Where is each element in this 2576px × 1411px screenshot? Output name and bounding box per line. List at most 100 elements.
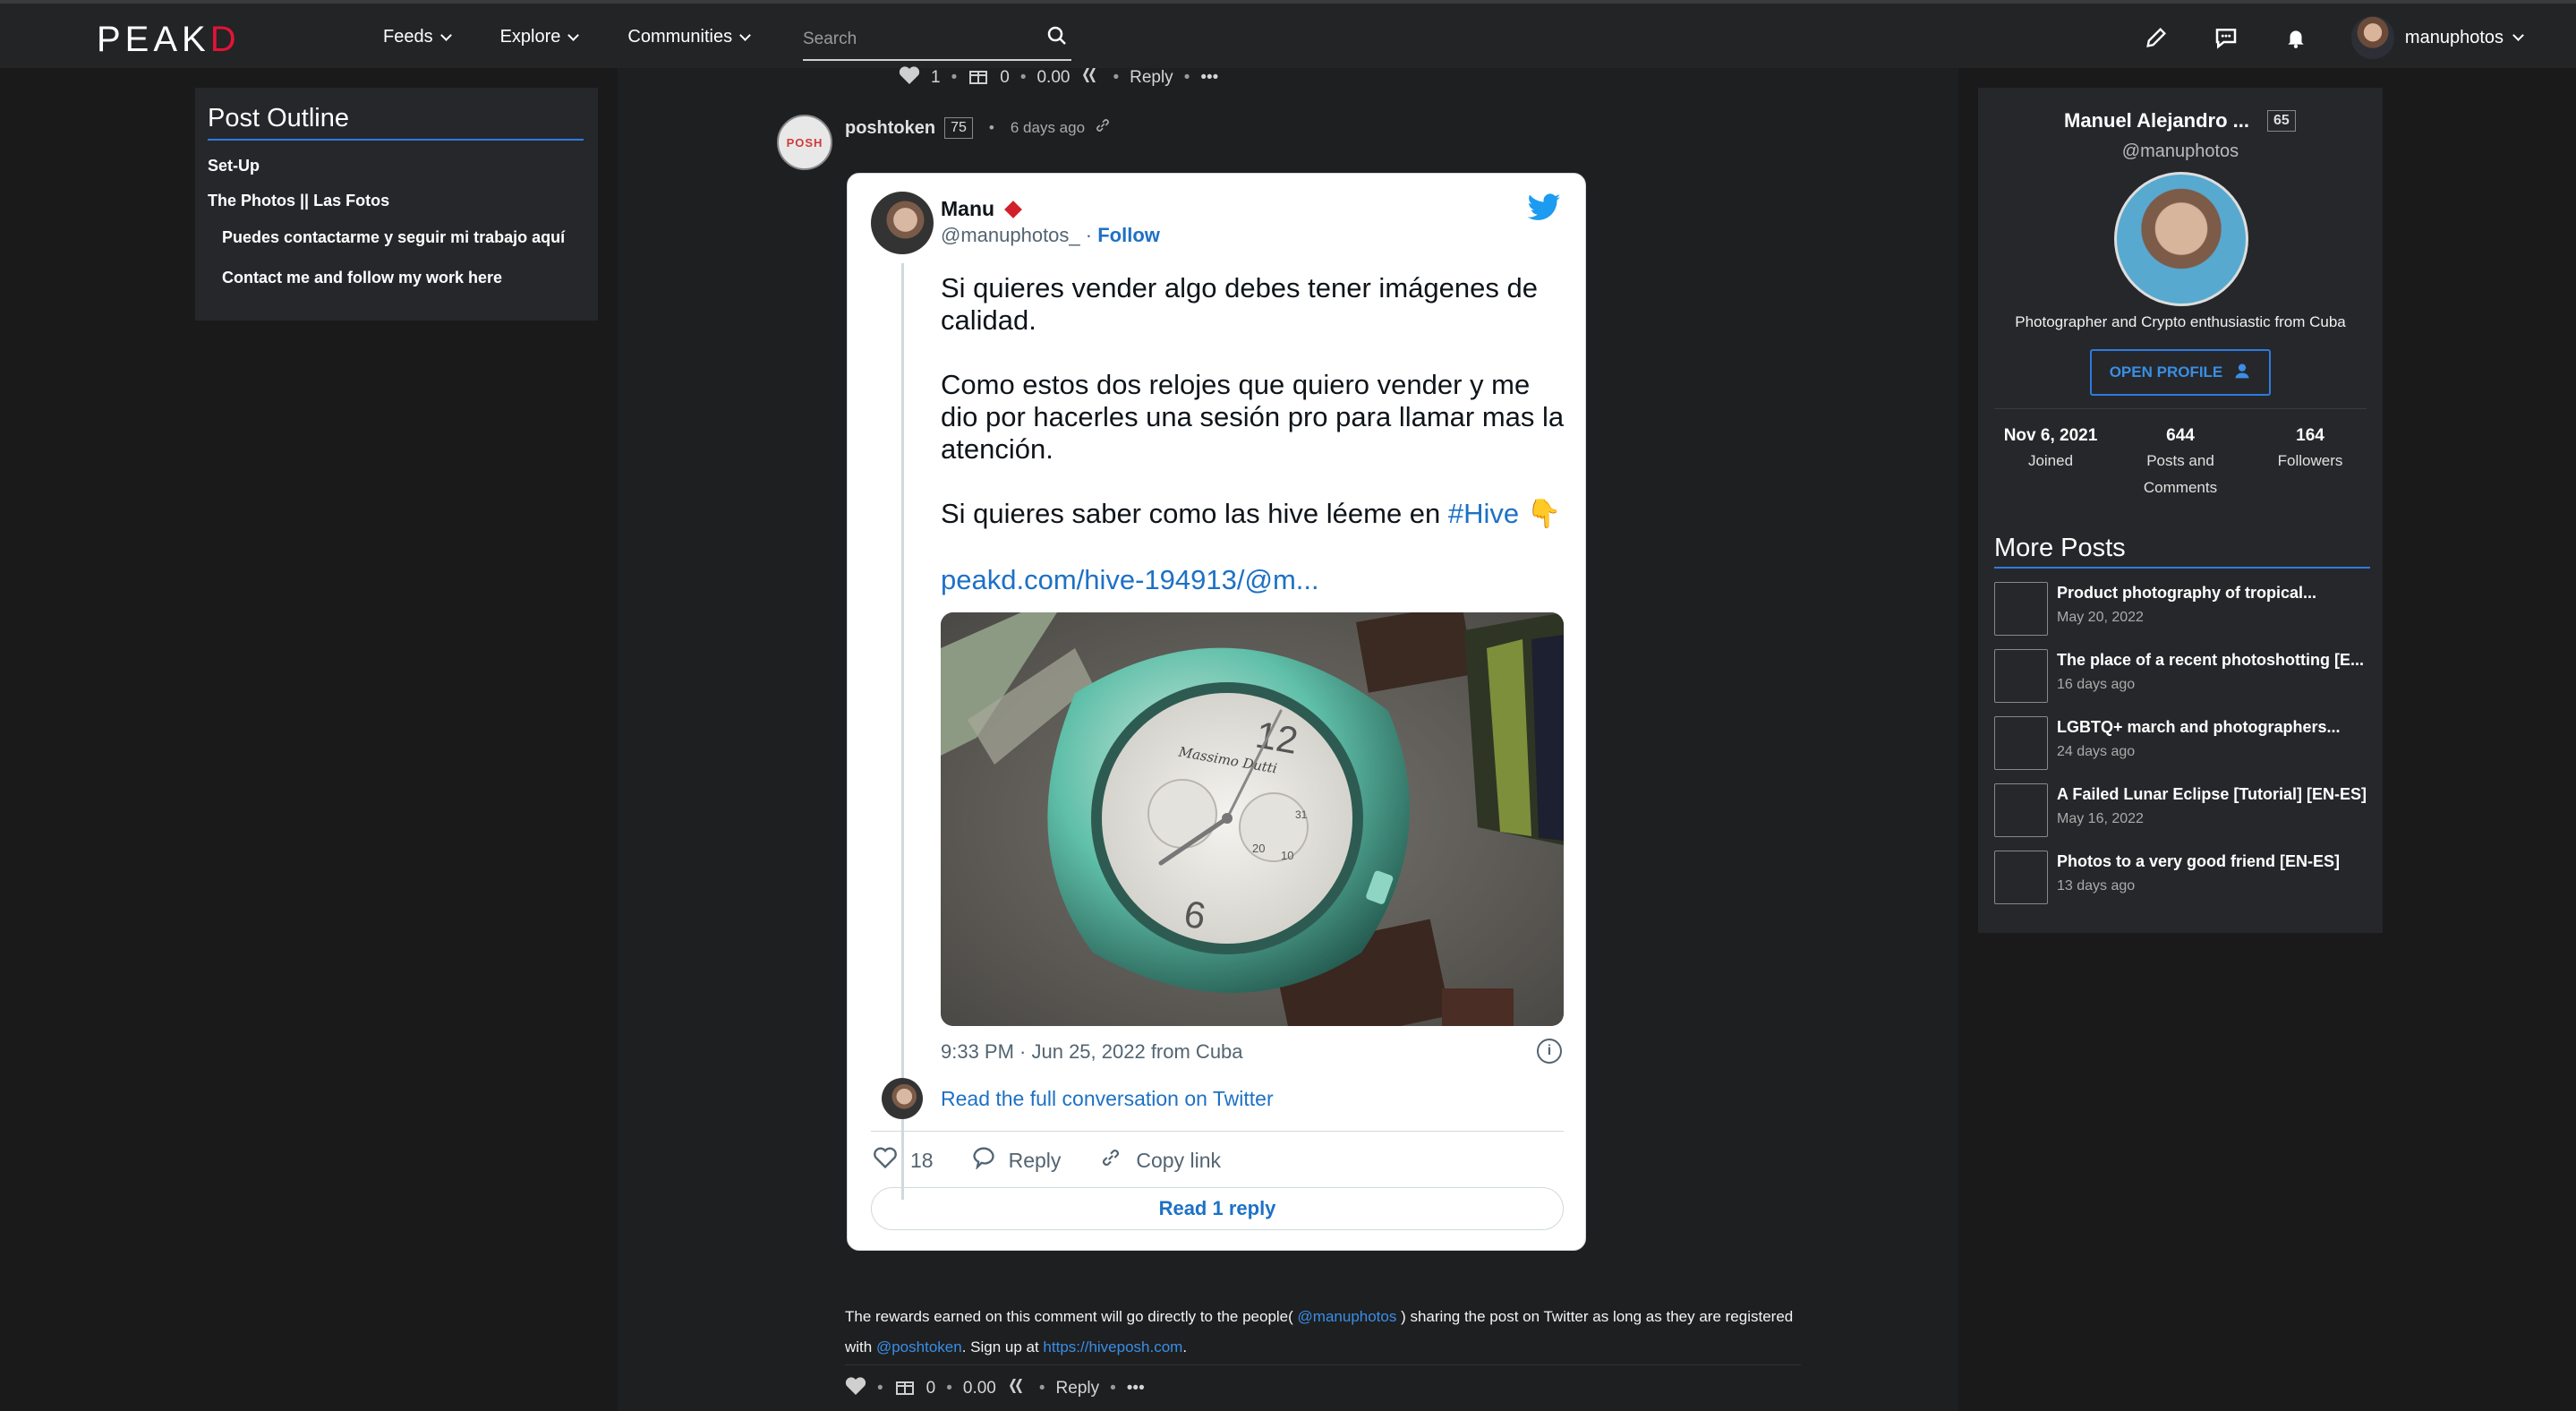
hive-icon [1080, 65, 1102, 90]
more-post-title: Photos to a very good friend [EN-ES] [2057, 852, 2341, 870]
search-input[interactable] [803, 30, 1036, 49]
nav-feeds[interactable]: Feeds [383, 27, 452, 47]
rewards-notice: The rewards earned on this comment will … [845, 1302, 1803, 1363]
more-options[interactable]: ••• [1200, 68, 1218, 88]
link-icon[interactable] [1094, 116, 1112, 140]
separator-dot: • [1113, 68, 1120, 87]
rewards-text: . Sign up at [961, 1338, 1044, 1355]
more-post-item[interactable]: A Failed Lunar Eclipse [Tutorial] [EN-ES… [1994, 783, 2370, 851]
stat-posts[interactable]: 644 Posts and Comments [2122, 426, 2239, 501]
more-post-item[interactable]: The place of a recent photoshotting [E..… [1994, 649, 2370, 716]
logo-text-mid: AK [153, 20, 210, 59]
like-count: 18 [910, 1148, 934, 1172]
pencil-icon[interactable] [2142, 23, 2171, 52]
bell-icon[interactable] [2282, 23, 2310, 52]
info-icon[interactable]: i [1537, 1039, 1562, 1064]
search-icon[interactable] [1046, 25, 1068, 51]
nav-menu: Feeds Explore Communities [383, 27, 751, 47]
chat-icon[interactable] [2212, 23, 2240, 52]
logo-text-right: D [209, 20, 241, 59]
tweet-handle[interactable]: @manuphotos_ [941, 224, 1080, 246]
reputation-badge: 65 [2267, 110, 2296, 132]
nav-right-icons: manuphotos [2142, 16, 2524, 59]
poshtoken-link[interactable]: @poshtoken [876, 1338, 962, 1355]
peakd-logo[interactable]: PEAKD [97, 20, 241, 60]
link-icon [1098, 1146, 1123, 1175]
reply-link[interactable]: Reply [1056, 1379, 1100, 1398]
stat-value: Nov 6, 2021 [2003, 426, 2098, 445]
read-conversation-link[interactable]: Read the full conversation on Twitter [941, 1087, 1274, 1111]
tweet-link[interactable]: peakd.com/hive-194913/@m... [941, 564, 1319, 596]
rewards-text: The rewards earned on this comment will … [845, 1308, 1298, 1325]
stat-followers[interactable]: 164 Followers [2252, 426, 2368, 501]
twitter-bird-icon[interactable] [1526, 193, 1562, 228]
more-options[interactable]: ••• [1127, 1379, 1145, 1398]
separator-dot: • [1019, 68, 1027, 87]
tweet-author-name[interactable]: Manu [941, 197, 1022, 221]
comment-actions: • 0 • 0.00 • Reply • ••• [845, 1375, 1145, 1402]
reply-button[interactable]: Reply [971, 1146, 1061, 1175]
divider [1994, 408, 2367, 409]
profile-avatar[interactable] [2114, 172, 2248, 306]
open-profile-button[interactable]: OPEN PROFILE [2090, 349, 2271, 396]
more-post-date: 24 days ago [2057, 744, 2136, 759]
hive-icon [1007, 1376, 1028, 1401]
more-posts-list: Product photography of tropical... May 20… [1994, 582, 2370, 918]
nav-communities-label: Communities [627, 27, 733, 47]
separator-dot: • [1110, 1379, 1116, 1398]
poshtoken-avatar[interactable]: POSH [777, 115, 832, 170]
gift-icon[interactable] [968, 64, 989, 91]
tweet-actions: 18 Reply Copy link [873, 1146, 1221, 1175]
conversation-avatar [882, 1078, 923, 1119]
user-avatar [2350, 16, 2394, 59]
gift-icon[interactable] [894, 1375, 916, 1402]
stat-value: 164 [2296, 426, 2324, 445]
post-thumbnail [1994, 851, 2048, 904]
separator-dot: • [1038, 1379, 1045, 1398]
heart-icon[interactable] [899, 65, 920, 90]
profile-stats: Nov 6, 2021 Joined 644 Posts and Comment… [1992, 426, 2368, 501]
chevron-down-icon [439, 29, 452, 41]
read-reply-button[interactable]: Read 1 reply [871, 1187, 1564, 1230]
hashtag-link[interactable]: #Hive [1448, 498, 1519, 529]
outline-subitem[interactable]: Contact me and follow my work here [208, 269, 585, 287]
comment-time[interactable]: 6 days ago [1011, 119, 1085, 137]
payout-value[interactable]: 0.00 [963, 1379, 996, 1398]
user-menu[interactable]: manuphotos [2350, 16, 2524, 59]
open-profile-label: OPEN PROFILE [2109, 363, 2223, 381]
diamond-icon [1004, 200, 1022, 218]
reply-link[interactable]: Reply [1130, 68, 1173, 88]
nav-feeds-label: Feeds [383, 27, 433, 47]
tweet-handle-line: @manuphotos_ · Follow [941, 224, 1160, 246]
nav-explore[interactable]: Explore [500, 27, 580, 47]
rewards-text: . [1182, 1338, 1188, 1355]
follow-link[interactable]: Follow [1097, 224, 1160, 246]
like-button[interactable]: 18 [873, 1146, 934, 1175]
tweet-photo-watch[interactable]: Massimo Dutti 12 6 20 10 31 [941, 612, 1564, 1026]
more-post-item[interactable]: Photos to a very good friend [EN-ES] 13 d… [1994, 851, 2370, 918]
payout-value[interactable]: 0.00 [1036, 68, 1070, 88]
outline-item[interactable]: The Photos || Las Fotos [208, 192, 585, 210]
previous-comment-actions: 1 • 0 • 0.00 • Reply • ••• [899, 64, 1218, 91]
tweet-timestamp[interactable]: 9:33 PM · Jun 25, 2022 from Cuba [941, 1040, 1243, 1064]
stat-label: Posts and Comments [2143, 452, 2218, 496]
heart-icon[interactable] [845, 1376, 866, 1401]
nav-communities[interactable]: Communities [627, 27, 751, 47]
more-post-item[interactable]: Product photography of tropical... May 20… [1994, 582, 2370, 649]
author-profile-card: Manuel Alejandro ... 65 @manuphotos Phot… [1978, 88, 2383, 933]
comment-author[interactable]: poshtoken [845, 118, 935, 139]
outline-subitem[interactable]: Puedes contactarme y seguir mi trabajo a… [208, 228, 585, 247]
profile-handle[interactable]: @manuphotos [1978, 141, 2383, 162]
divider [845, 1364, 1801, 1365]
avatar-text: POSH [786, 135, 823, 150]
outline-item[interactable]: Set-Up [208, 157, 585, 175]
post-thumbnail [1994, 582, 2048, 636]
stat-joined: Nov 6, 2021 Joined [1992, 426, 2109, 501]
post-outline-title: Post Outline [208, 104, 584, 141]
manuphotos-link[interactable]: @manuphotos [1298, 1308, 1397, 1325]
tweet-author-avatar[interactable] [871, 192, 934, 254]
hiveposh-link[interactable]: https://hiveposh.com [1043, 1338, 1182, 1355]
copy-link-button[interactable]: Copy link [1098, 1146, 1221, 1175]
profile-name[interactable]: Manuel Alejandro ... [2064, 109, 2249, 133]
more-post-item[interactable]: LGBTQ+ march and photographers... 24 days… [1994, 716, 2370, 783]
